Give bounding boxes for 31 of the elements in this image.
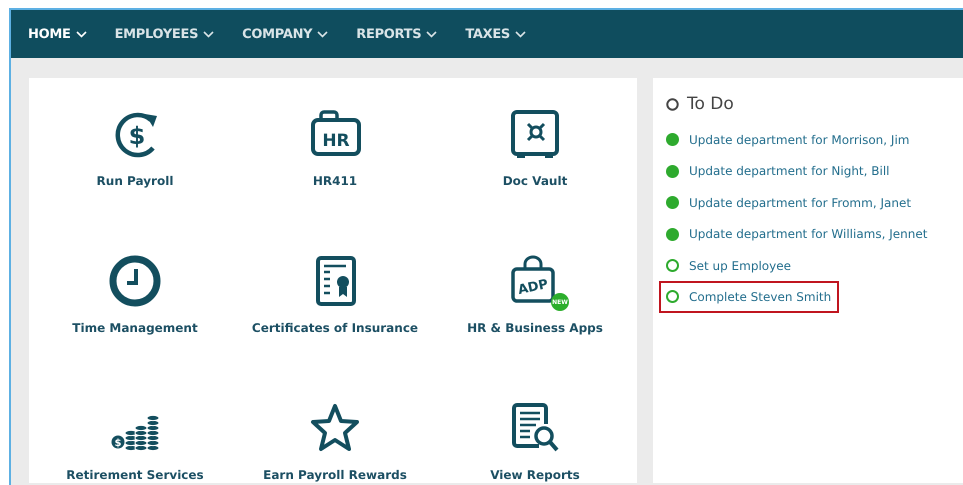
tile-link[interactable]: HR & Business Apps (467, 321, 603, 335)
tile-link[interactable]: Earn Payroll Rewards (263, 468, 407, 482)
nav-menu[interactable]: HOME (28, 26, 87, 42)
clock-icon[interactable] (109, 255, 161, 307)
report-icon[interactable] (509, 402, 561, 454)
todo-link[interactable]: Update department for Williams, Jennet (689, 227, 928, 242)
chevron-icon (203, 30, 214, 38)
tile-link[interactable]: Certificates of Insurance (252, 321, 418, 335)
tile-link[interactable]: Run Payroll (96, 174, 174, 188)
nav-menu[interactable]: EMPLOYEES (114, 26, 214, 42)
tile-link[interactable]: Retirement Services (66, 468, 204, 482)
nav-menu[interactable]: TAXES (465, 26, 526, 42)
tile-link[interactable]: View Reports (490, 468, 580, 482)
circle-icon (666, 98, 679, 110)
todo-link[interactable]: Update department for Morrison, Jim (689, 132, 910, 147)
chevron-icon (426, 30, 438, 38)
tile-link[interactable]: Doc Vault (502, 174, 568, 188)
chevron-icon (76, 30, 87, 38)
safe-icon[interactable] (509, 108, 561, 160)
tile-link[interactable]: HR411 (312, 174, 358, 188)
chevron-icon (317, 30, 328, 38)
todo-link[interactable]: Set up Employee (689, 258, 791, 273)
star-icon[interactable] (309, 402, 361, 454)
chevron-icon (515, 30, 526, 38)
todo-link[interactable]: Update department for Night, Bill (689, 164, 890, 178)
todo-link[interactable]: Update department for Fromm, Janet (689, 196, 912, 210)
nav-menu[interactable]: REPORTS (356, 26, 438, 42)
panel-title: To Do (687, 94, 734, 114)
todo-link[interactable]: Complete Steven Smith (689, 290, 832, 304)
tile-link[interactable]: Time Management (72, 321, 198, 335)
nav-menu[interactable]: COMPANY (242, 26, 328, 42)
